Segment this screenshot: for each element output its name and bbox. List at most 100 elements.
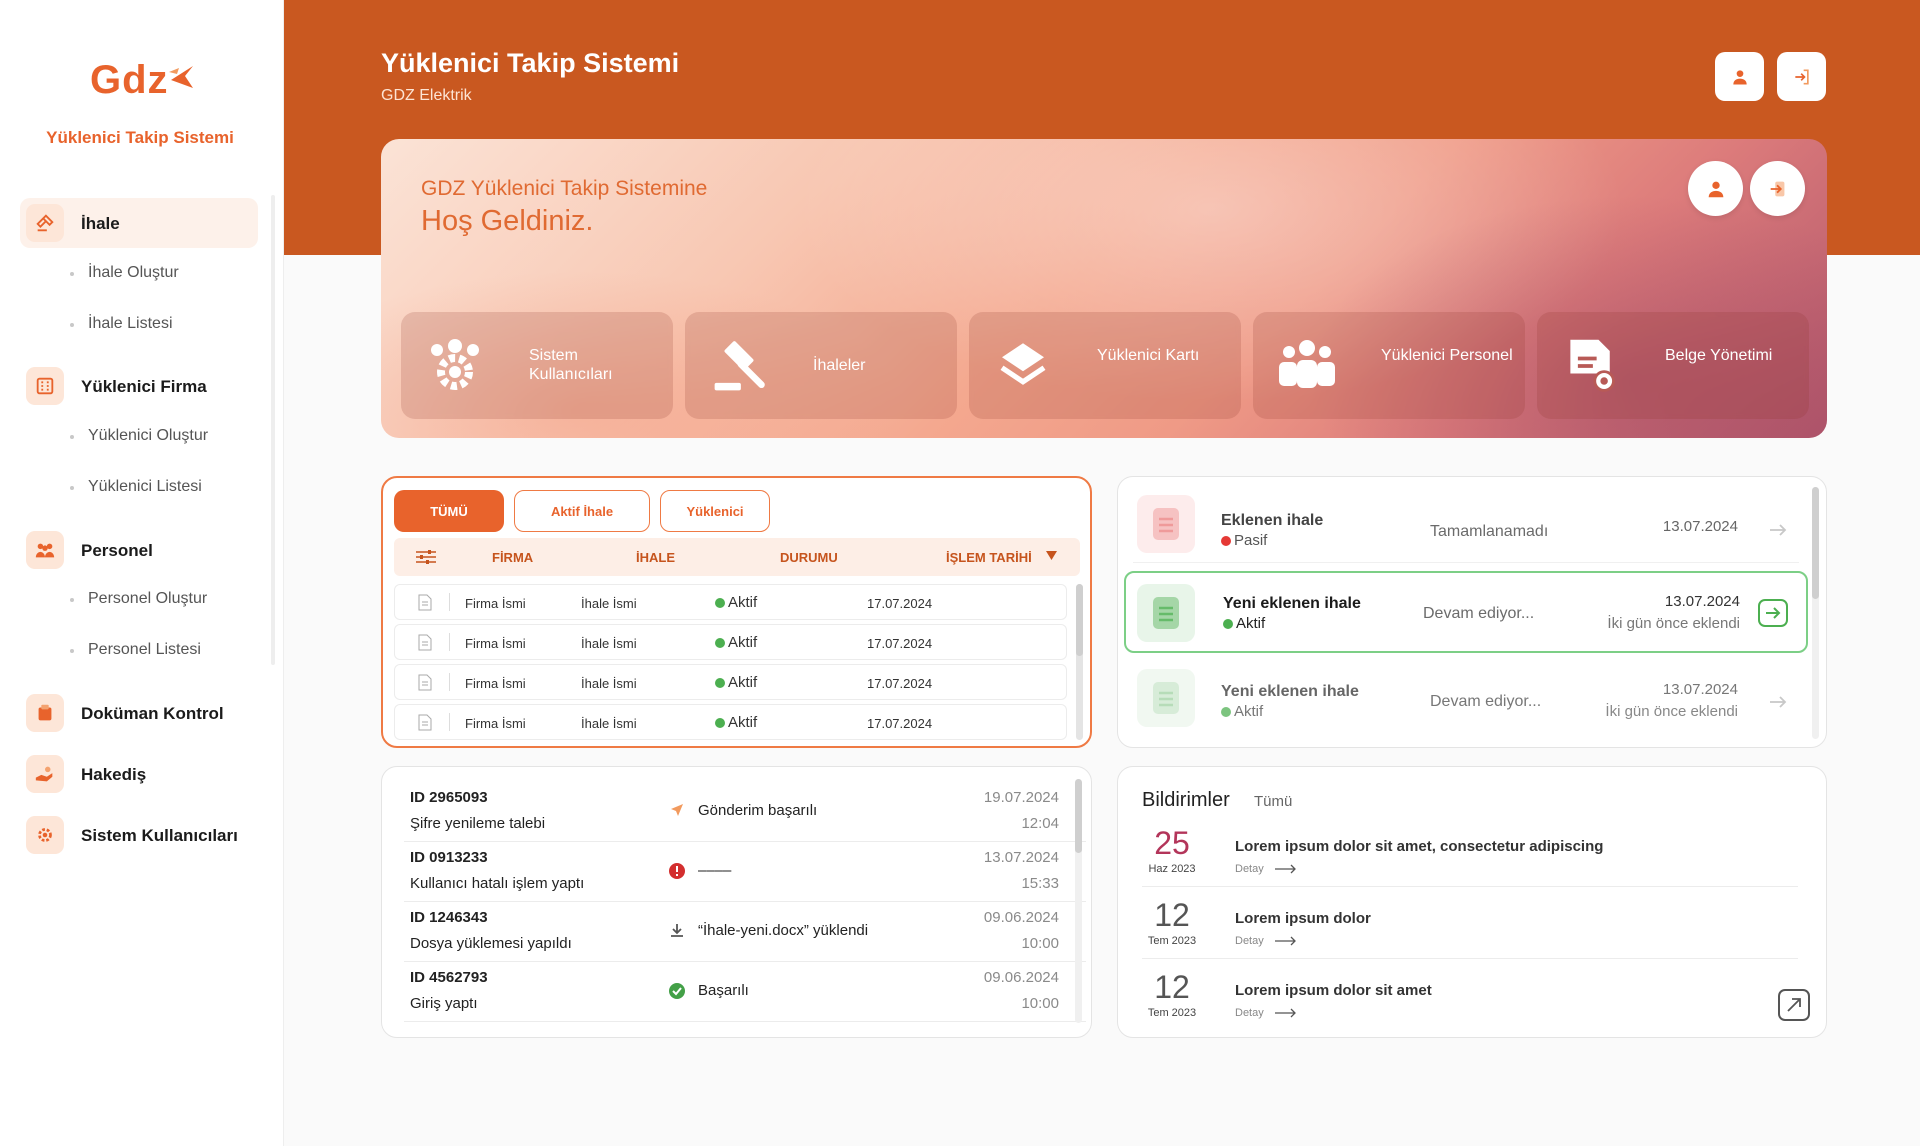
sort-down-icon[interactable] bbox=[1046, 551, 1057, 561]
sidebar-item-ihale[interactable]: İhale bbox=[81, 214, 120, 234]
notification-text[interactable]: Lorem ipsum dolor bbox=[1235, 910, 1371, 927]
notifications-all-link[interactable]: Tümü bbox=[1254, 793, 1292, 810]
table-row[interactable]: Firma İsmi İhale İsmi Aktif 17.07.2024 bbox=[394, 624, 1067, 660]
quick-action-ihaleler[interactable]: İhaleler bbox=[685, 312, 957, 419]
quick-action-label: Yüklenici Personel bbox=[1381, 347, 1513, 364]
table-scroll-thumb[interactable] bbox=[1076, 584, 1083, 656]
user-icon bbox=[1732, 69, 1747, 84]
sidebar-scrollbar[interactable] bbox=[271, 195, 275, 665]
external-arrow-icon bbox=[1787, 998, 1801, 1012]
cell-ihale: İhale İsmi bbox=[581, 676, 637, 691]
log-time: 10:00 bbox=[1021, 995, 1059, 1012]
profile-button[interactable] bbox=[1715, 52, 1764, 101]
sidebar-item-sistem-kullanicilari[interactable]: Sistem Kullanıcıları bbox=[81, 826, 238, 846]
sidebar-subitem-personel-listesi[interactable]: Personel Listesi bbox=[70, 641, 201, 659]
notification-month: Tem 2023 bbox=[1147, 935, 1197, 947]
log-time: 15:33 bbox=[1021, 875, 1059, 892]
cell-firma: Firma İsmi bbox=[465, 596, 526, 611]
divider bbox=[1142, 886, 1798, 887]
tender-status: Aktif bbox=[1223, 615, 1265, 632]
notification-detail-link[interactable]: Detay bbox=[1235, 935, 1297, 947]
tender-title: Yeni eklenen ihale bbox=[1221, 683, 1359, 700]
file-icon bbox=[418, 594, 432, 611]
sidebar-subitem-ihale-olustur[interactable]: İhale Oluştur bbox=[70, 264, 179, 282]
log-scroll-thumb[interactable] bbox=[1075, 779, 1082, 853]
long-arrow-right-icon bbox=[1274, 1008, 1296, 1018]
open-tender-button[interactable] bbox=[1758, 599, 1788, 627]
user-icon bbox=[1708, 181, 1723, 197]
cell-tarih: 17.07.2024 bbox=[867, 716, 933, 731]
notification-text[interactable]: Lorem ipsum dolor sit amet, consectetur … bbox=[1235, 838, 1603, 855]
log-description: Kullanıcı hatalı işlem yaptı bbox=[410, 875, 585, 892]
table-scrollbar[interactable] bbox=[1076, 584, 1083, 740]
column-ihale[interactable]: İHALE bbox=[636, 550, 675, 565]
send-icon bbox=[671, 804, 683, 816]
log-message: “İhale-yeni.docx” yüklendi bbox=[698, 922, 869, 939]
column-islem-tarihi[interactable]: İŞLEM TARİHİ bbox=[946, 550, 1032, 565]
cell-firma: Firma İsmi bbox=[465, 676, 526, 691]
tab-tumu[interactable]: TÜMÜ bbox=[394, 490, 504, 532]
tab-aktif-ihale[interactable]: Aktif İhale bbox=[514, 490, 650, 532]
tender-item[interactable]: Yeni eklenen ihale Aktif Devam ediyor...… bbox=[1124, 571, 1808, 653]
notification-day: 25 bbox=[1154, 825, 1190, 861]
tab-yuklenici[interactable]: Yüklenici bbox=[660, 490, 770, 532]
arrow-right-icon[interactable] bbox=[1769, 523, 1787, 537]
quick-action-sistem-kullanicilari[interactable]: Sistem Kullanıcıları bbox=[401, 312, 673, 419]
arrow-right-icon[interactable] bbox=[1769, 695, 1787, 709]
ihale-table-card: TÜMÜ Aktif İhale Yüklenici FİRMA İHALE D… bbox=[381, 476, 1092, 748]
tender-note: İki gün önce eklendi bbox=[1607, 615, 1740, 632]
file-icon bbox=[418, 714, 432, 731]
notifications-title: Bildirimler bbox=[1142, 789, 1230, 811]
log-scrollbar[interactable] bbox=[1075, 779, 1082, 1023]
table-row[interactable]: Firma İsmi İhale İsmi Aktif 17.07.2024 bbox=[394, 704, 1067, 740]
log-time: 12:04 bbox=[1021, 815, 1059, 832]
table-row[interactable]: Firma İsmi İhale İsmi Aktif 17.07.2024 bbox=[394, 584, 1067, 620]
sidebar-item-yuklenici-firma[interactable]: Yüklenici Firma bbox=[81, 377, 207, 397]
cell-durum: Aktif bbox=[715, 674, 757, 691]
sidebar: Gdz Yüklenici Takip Sistemi İhale İhale … bbox=[0, 0, 284, 1146]
sidebar-subitem-yuklenici-olustur[interactable]: Yüklenici Oluştur bbox=[69, 427, 208, 445]
log-date: 19.07.2024 bbox=[983, 789, 1059, 806]
log-time: 10:00 bbox=[1021, 935, 1059, 952]
table-row[interactable]: Firma İsmi İhale İsmi Aktif 17.07.2024 bbox=[394, 664, 1067, 700]
logout-button[interactable] bbox=[1777, 52, 1826, 101]
quick-action-belge-yonetimi[interactable]: Belge Yönetimi bbox=[1537, 312, 1809, 419]
hero-logout-button[interactable] bbox=[1750, 161, 1805, 216]
notification-detail-link[interactable]: Detay bbox=[1235, 1007, 1297, 1019]
log-description: Giriş yaptı bbox=[410, 995, 478, 1012]
tenders-scrollbar[interactable] bbox=[1812, 487, 1819, 739]
page-subtitle: GDZ Elektrik bbox=[381, 87, 472, 104]
tenders-scroll-thumb[interactable] bbox=[1812, 487, 1819, 599]
open-notifications-button[interactable] bbox=[1778, 989, 1810, 1021]
notification-detail-link[interactable]: Detay bbox=[1235, 863, 1297, 875]
hero-welcome: Hoş Geldiniz. bbox=[421, 205, 594, 237]
log-date: 09.06.2024 bbox=[983, 909, 1059, 926]
team-icon bbox=[1275, 334, 1339, 398]
people-icon bbox=[26, 531, 64, 569]
column-firma[interactable]: FİRMA bbox=[492, 550, 533, 565]
hand-coin-icon bbox=[26, 755, 64, 793]
sidebar-subitem-yuklenici-listesi[interactable]: Yüklenici Listesi bbox=[70, 478, 202, 496]
quick-action-yuklenici-personel[interactable]: Yüklenici Personel bbox=[1253, 312, 1525, 419]
quick-action-yuklenici-karti[interactable]: Yüklenici Kartı bbox=[969, 312, 1241, 419]
log-id: ID 1246343 bbox=[410, 909, 488, 926]
gavel-icon bbox=[707, 334, 771, 398]
divider bbox=[404, 901, 1086, 902]
cell-tarih: 17.07.2024 bbox=[867, 636, 933, 651]
error-icon bbox=[669, 863, 685, 879]
recent-tenders-card: Eklenen ihale Pasif Tamamlanamadı 13.07.… bbox=[1117, 476, 1827, 748]
tender-item[interactable]: Eklenen ihale Pasif Tamamlanamadı 13.07.… bbox=[1133, 485, 1799, 563]
tender-item[interactable]: Yeni eklenen ihale Aktif Devam ediyor...… bbox=[1133, 661, 1799, 739]
sidebar-subitem-ihale-listesi[interactable]: İhale Listesi bbox=[70, 315, 173, 333]
filter-settings-icon[interactable] bbox=[416, 549, 436, 565]
column-durumu[interactable]: DURUMU bbox=[780, 550, 838, 565]
sidebar-item-dokuman-kontrol[interactable]: Doküman Kontrol bbox=[81, 704, 224, 724]
cell-ihale: İhale İsmi bbox=[581, 716, 637, 731]
log-id: ID 2965093 bbox=[410, 789, 488, 806]
sidebar-item-hakedis[interactable]: Hakediş bbox=[81, 765, 146, 785]
log-id: ID 0913233 bbox=[410, 849, 488, 866]
sidebar-subitem-personel-olustur[interactable]: Personel Oluştur bbox=[69, 590, 207, 608]
notification-text[interactable]: Lorem ipsum dolor sit amet bbox=[1235, 982, 1432, 999]
sidebar-item-personel[interactable]: Personel bbox=[81, 541, 153, 561]
hero-profile-button[interactable] bbox=[1688, 161, 1743, 216]
